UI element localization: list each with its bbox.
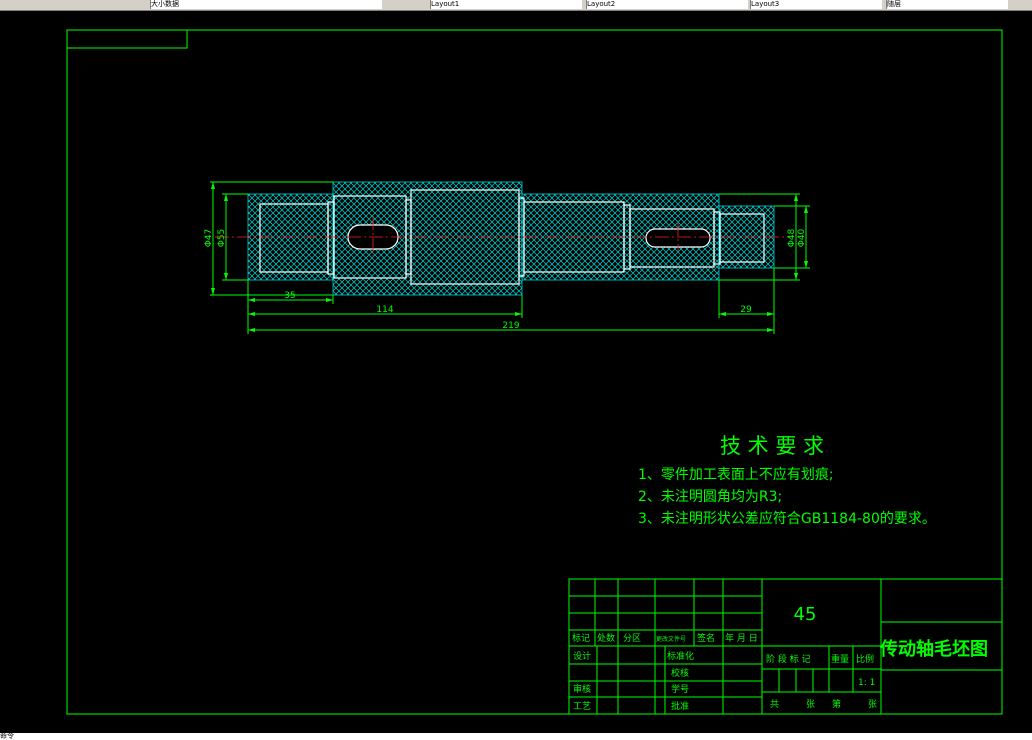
dim-l2: 114	[376, 305, 393, 315]
tb-material: 45	[794, 604, 817, 625]
code-box	[66, 29, 188, 49]
tb-sheet-no: 第	[832, 698, 841, 710]
tb-weight: 重量	[831, 653, 849, 665]
note-1: 1、零件加工表面上不应有划痕;	[638, 466, 834, 483]
tb-review: 审核	[573, 683, 591, 695]
tb-part-name: 传动轴毛坯图	[879, 638, 988, 660]
tb-approve: 批准	[671, 700, 689, 712]
tb-h-date: 年 月 日	[725, 632, 758, 644]
dim-d3: Φ48	[787, 228, 797, 247]
tb-h-mark: 标记	[572, 632, 590, 644]
dim-d4: Φ40	[797, 228, 807, 247]
drawing-canvas[interactable]: 35 114 29 219 Φ47 Φ55 Φ48 Φ40 技 术 要 求 1、…	[0, 0, 1032, 740]
tb-check: 校核	[671, 667, 689, 679]
tb-h-doc: 更改文件号	[656, 635, 686, 643]
note-2: 2、未注明圆角均为R3;	[638, 489, 782, 505]
tb-stage: 阶 段 标 记	[766, 653, 811, 665]
tb-standard: 标准化	[667, 650, 694, 662]
tb-h-zone: 分区	[623, 633, 641, 644]
tb-student: 学号	[671, 683, 689, 695]
dim-l3: 219	[502, 321, 519, 331]
command-line[interactable]: 命令	[0, 733, 1032, 740]
tb-design: 设计	[573, 650, 591, 662]
tb-process: 工艺	[573, 701, 591, 712]
tb-sheet-unit1: 张	[806, 699, 815, 710]
tb-h-sign: 签名	[697, 632, 715, 644]
note-3: 3、未注明形状公差应符合GB1184-80的要求。	[638, 510, 936, 527]
dim-l1: 35	[284, 291, 295, 301]
outer-frame	[66, 29, 1003, 715]
dim-d1: Φ47	[204, 229, 214, 248]
dim-d2: Φ55	[217, 229, 227, 248]
notes-title: 技 术 要 求	[720, 434, 824, 458]
dim-l4: 29	[740, 305, 752, 315]
tb-scale: 1: 1	[858, 678, 875, 688]
tb-sheet-unit2: 张	[868, 699, 877, 710]
tb-scale-label: 比例	[856, 653, 874, 665]
tb-sheet-total: 共	[770, 699, 779, 710]
tb-h-count: 处数	[597, 632, 615, 644]
